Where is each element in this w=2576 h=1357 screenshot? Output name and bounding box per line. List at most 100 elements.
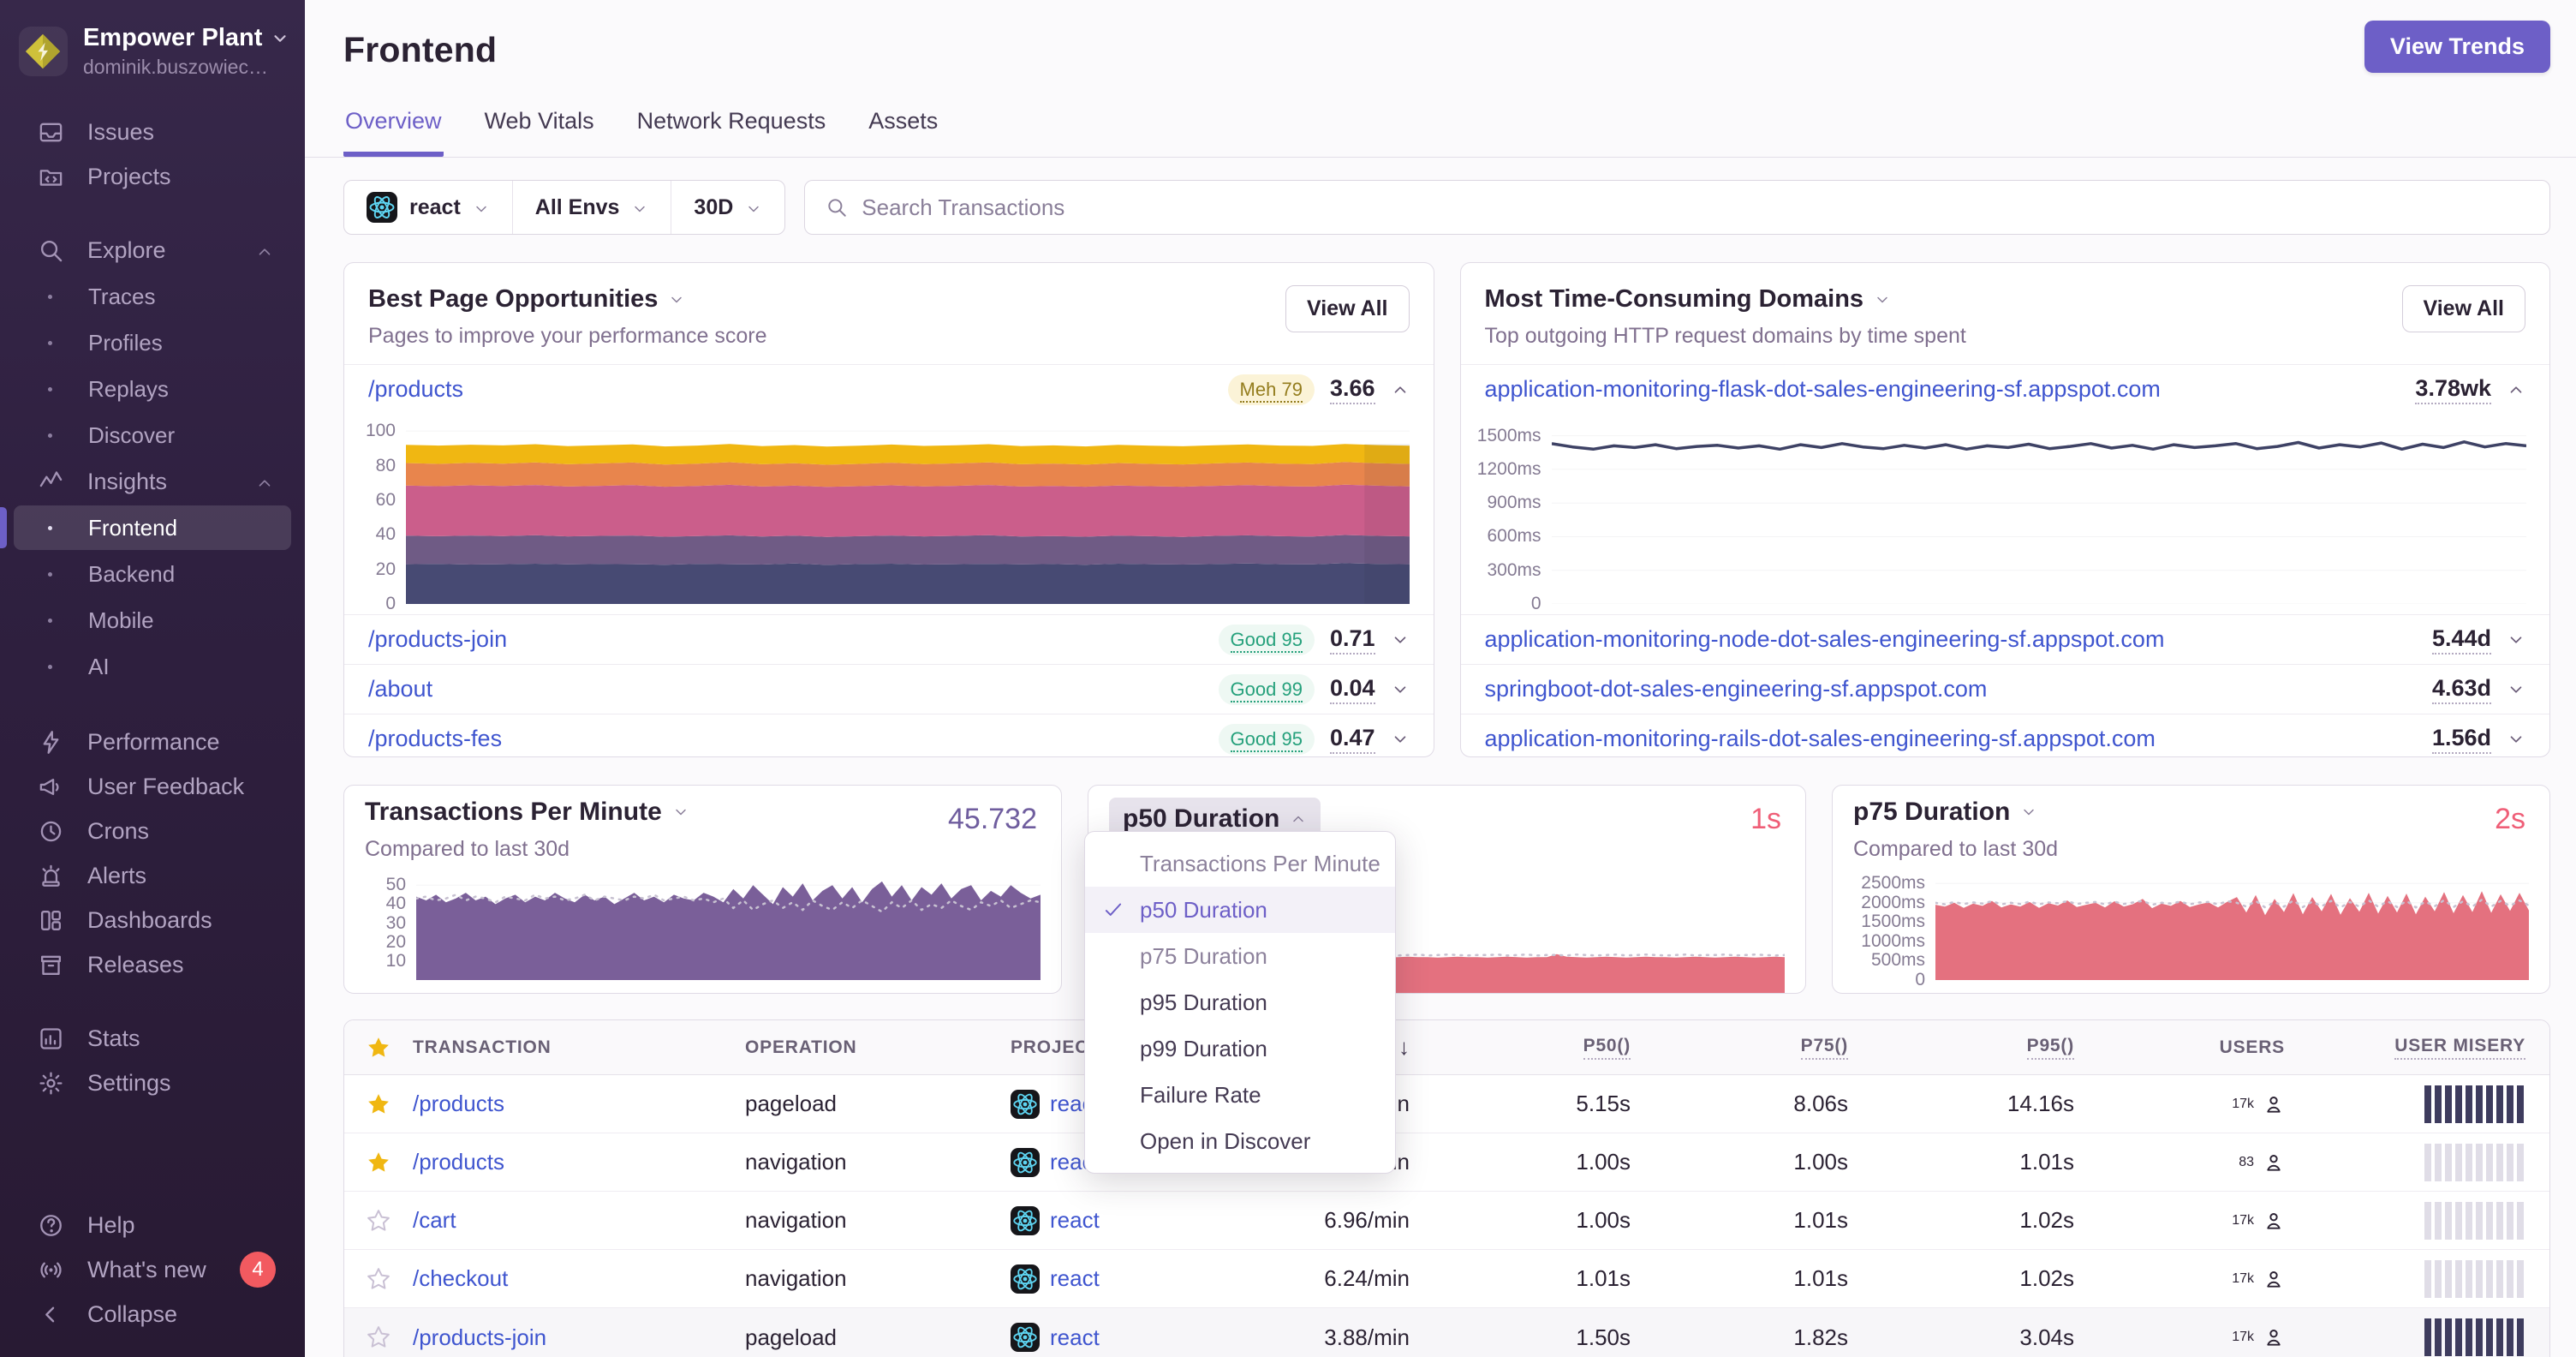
view-all-button[interactable]: View All <box>1285 285 1410 332</box>
sidebar-item-dashboards[interactable]: Dashboards <box>0 898 305 942</box>
sidebar-item-traces[interactable]: Traces <box>14 274 291 319</box>
transaction-link[interactable]: /products <box>413 1091 745 1117</box>
metric-subtitle: Compared to last 30d <box>1853 837 2059 861</box>
environment-filter[interactable]: All Envs <box>513 181 672 234</box>
star-toggle[interactable] <box>366 1324 391 1350</box>
project-link[interactable]: react <box>1050 1265 1100 1292</box>
date-range-filter[interactable]: 30D <box>671 181 784 234</box>
opportunity-value[interactable]: 0.71 <box>1329 625 1375 655</box>
sidebar-item-mobile[interactable]: Mobile <box>14 598 291 643</box>
search-input[interactable] <box>862 194 2529 221</box>
sidebar-item-help[interactable]: Help <box>0 1203 305 1247</box>
sidebar-item-alerts[interactable]: Alerts <box>0 853 305 898</box>
sidebar-item-replays[interactable]: Replays <box>14 367 291 411</box>
sidebar-item-releases[interactable]: Releases <box>0 942 305 987</box>
sidebar-item-backend[interactable]: Backend <box>14 552 291 596</box>
sidebar-item-discover[interactable]: Discover <box>14 413 291 457</box>
page-row: /about Good 99 0.04 <box>344 664 1434 714</box>
sidebar-group-insights[interactable]: Insights <box>0 459 305 504</box>
tab-web-vitals[interactable]: Web Vitals <box>483 108 596 157</box>
sidebar-item-settings[interactable]: Settings <box>0 1061 305 1105</box>
row-expand-chevron[interactable] <box>2507 680 2525 699</box>
project-link[interactable]: react <box>1050 1324 1100 1351</box>
row-expand-chevron[interactable] <box>2507 380 2525 399</box>
score-badge[interactable]: Meh 79 <box>1227 374 1315 405</box>
tab-network-requests[interactable]: Network Requests <box>635 108 828 157</box>
menu-item-tpm[interactable]: Transactions Per Minute <box>1085 840 1395 887</box>
org-user-email: dominik.buszowiec… <box>82 56 268 78</box>
menu-item-p95[interactable]: p95 Duration <box>1085 979 1395 1025</box>
sidebar-item-ai[interactable]: AI <box>14 644 291 689</box>
sidebar-item-projects[interactable]: Projects <box>0 154 305 199</box>
sidebar-item-performance[interactable]: Performance <box>0 720 305 764</box>
transaction-link[interactable]: /checkout <box>413 1265 745 1292</box>
page-link[interactable]: /products-join <box>368 626 507 653</box>
row-expand-chevron[interactable] <box>1391 730 1410 749</box>
chevron-down-icon[interactable] <box>2020 804 2037 821</box>
chevron-down-icon[interactable] <box>1874 291 1891 308</box>
row-expand-chevron[interactable] <box>1391 680 1410 699</box>
column-header-p75[interactable]: P75() <box>1800 1036 1848 1060</box>
opportunity-value[interactable]: 3.66 <box>1329 375 1375 404</box>
time-spent-value[interactable]: 5.44d <box>2431 625 2491 655</box>
tab-overview[interactable]: Overview <box>343 108 444 157</box>
domain-link[interactable]: application-monitoring-node-dot-sales-en… <box>1485 626 2165 653</box>
sidebar-item-issues[interactable]: Issues <box>0 110 305 154</box>
star-toggle[interactable] <box>366 1150 391 1175</box>
chevron-down-icon[interactable] <box>672 804 689 821</box>
page-link[interactable]: /about <box>368 676 432 702</box>
menu-item-p50[interactable]: p50 Duration <box>1085 887 1395 933</box>
opportunity-value[interactable]: 0.47 <box>1329 725 1375 754</box>
sidebar-item-stats[interactable]: Stats <box>0 1016 305 1061</box>
time-spent-value[interactable]: 4.63d <box>2431 675 2491 704</box>
column-header-p95[interactable]: P95() <box>2026 1036 2074 1060</box>
check-icon <box>1102 991 1124 1013</box>
sidebar-item-whats-new[interactable]: What's new 4 <box>0 1247 305 1292</box>
row-expand-chevron[interactable] <box>2507 730 2525 749</box>
opportunity-value[interactable]: 0.04 <box>1329 675 1375 704</box>
score-badge[interactable]: Good 95 <box>1218 624 1315 655</box>
project-link[interactable]: react <box>1050 1207 1100 1234</box>
star-column-icon[interactable] <box>366 1035 391 1061</box>
menu-item-open-discover[interactable]: Open in Discover <box>1085 1118 1395 1164</box>
column-header-user-misery[interactable]: USER MISERY <box>2394 1036 2525 1060</box>
star-toggle[interactable] <box>366 1091 391 1117</box>
sidebar-item-profiles[interactable]: Profiles <box>14 320 291 365</box>
row-expand-chevron[interactable] <box>2507 631 2525 649</box>
project-filter[interactable]: react <box>344 181 513 234</box>
score-badge[interactable]: Good 99 <box>1218 673 1315 705</box>
sidebar-group-explore[interactable]: Explore <box>0 228 305 272</box>
column-header-p50[interactable]: P50() <box>1583 1036 1631 1060</box>
tab-assets[interactable]: Assets <box>867 108 939 157</box>
p75-metric-card: p75 Duration 2s Compared to last 30d 250… <box>1832 785 2550 994</box>
page-link[interactable]: /products-fes <box>368 726 502 752</box>
transaction-link[interactable]: /products <box>413 1149 745 1175</box>
p75-cell: 1.01s <box>1793 1207 1848 1233</box>
domain-link[interactable]: application-monitoring-rails-dot-sales-e… <box>1485 726 2156 752</box>
org-switcher[interactable]: Empower Plant dominik.buszowiec… <box>0 19 305 87</box>
star-toggle[interactable] <box>366 1208 391 1234</box>
domain-link[interactable]: application-monitoring-flask-dot-sales-e… <box>1485 376 2161 403</box>
sidebar-item-collapse[interactable]: Collapse <box>0 1292 305 1336</box>
row-expand-chevron[interactable] <box>1391 631 1410 649</box>
column-header-users: USERS <box>2219 1037 2285 1057</box>
star-toggle[interactable] <box>366 1266 391 1292</box>
menu-item-failure-rate[interactable]: Failure Rate <box>1085 1072 1395 1118</box>
view-trends-button[interactable]: View Trends <box>2364 21 2550 73</box>
row-expand-chevron[interactable] <box>1391 380 1410 399</box>
sidebar-item-crons[interactable]: Crons <box>0 809 305 853</box>
transaction-link[interactable]: /cart <box>413 1207 745 1234</box>
sidebar-item-user-feedback[interactable]: User Feedback <box>0 764 305 809</box>
transaction-link[interactable]: /products-join <box>413 1324 745 1351</box>
chevron-down-icon[interactable] <box>668 291 685 308</box>
domain-link[interactable]: springboot-dot-sales-engineering-sf.apps… <box>1485 676 1988 702</box>
view-all-button[interactable]: View All <box>2401 285 2525 332</box>
page-link[interactable]: /products <box>368 376 463 403</box>
menu-item-p75[interactable]: p75 Duration <box>1085 933 1395 979</box>
time-spent-value[interactable]: 3.78wk <box>2415 375 2491 404</box>
sidebar-item-frontend[interactable]: Frontend <box>0 505 291 550</box>
score-badge[interactable]: Good 95 <box>1218 723 1315 755</box>
time-spent-value[interactable]: 1.56d <box>2431 725 2491 754</box>
menu-item-p99[interactable]: p99 Duration <box>1085 1025 1395 1072</box>
bullet-icon <box>48 433 52 438</box>
